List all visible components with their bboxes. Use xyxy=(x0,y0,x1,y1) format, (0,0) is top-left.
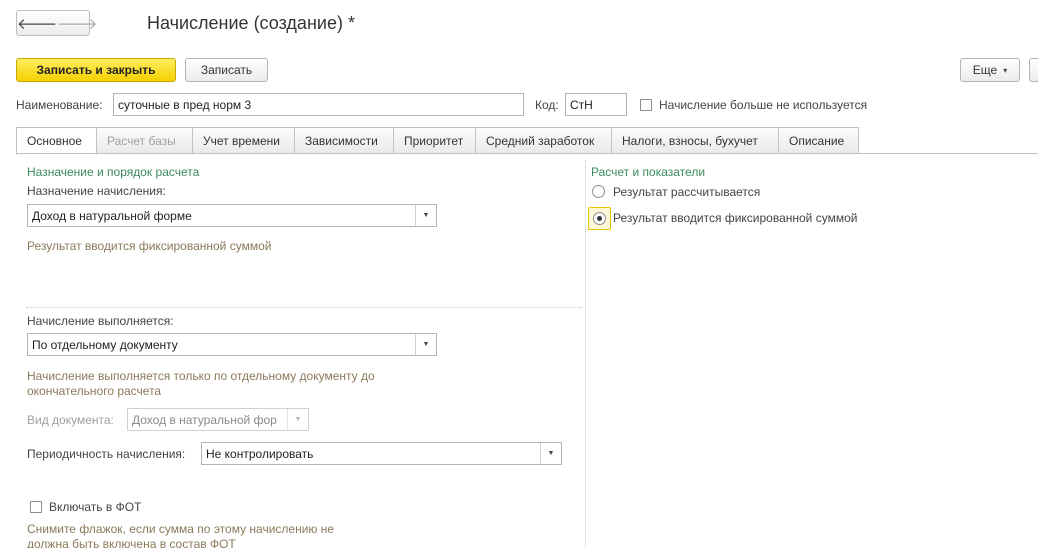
doc-type-value: Доход в натуральной фор xyxy=(132,412,277,427)
purpose-hint: Результат вводится фиксированной суммой xyxy=(27,239,272,253)
fot-label: Включать в ФОТ xyxy=(49,500,142,514)
name-label: Наименование: xyxy=(16,98,103,112)
save-and-close-button[interactable]: Записать и закрыть xyxy=(16,58,176,82)
doc-type-label: Вид документа: xyxy=(27,413,114,427)
dropdown-arrow-icon[interactable]: ▼ xyxy=(287,409,308,430)
execution-label: Начисление выполняется: xyxy=(27,314,174,328)
execution-select[interactable]: По отдельному документу ▼ xyxy=(27,333,437,356)
code-label: Код: xyxy=(535,98,559,112)
tab-taxes-accounting[interactable]: Налоги, взносы, бухучет xyxy=(612,127,779,154)
column-divider xyxy=(585,160,586,548)
execution-hint-line1: Начисление выполняется только по отдельн… xyxy=(27,369,375,383)
page-title: Начисление (создание) * xyxy=(147,13,355,33)
tab-base-calculation[interactable]: Расчет базы xyxy=(97,127,193,154)
purpose-section-title: Назначение и порядок расчета xyxy=(27,165,200,179)
purpose-select[interactable]: Доход в натуральной форме ▼ xyxy=(27,204,437,227)
name-input[interactable]: суточные в пред норм 3 xyxy=(113,93,524,116)
tab-description[interactable]: Описание xyxy=(779,127,859,154)
purpose-label: Назначение начисления: xyxy=(27,184,166,198)
chevron-down-icon: ▾ xyxy=(1003,65,1008,75)
tab-time-accounting[interactable]: Учет времени xyxy=(193,127,295,154)
dropdown-arrow-icon[interactable]: ▼ xyxy=(540,443,561,464)
tab-average-earnings[interactable]: Средний заработок xyxy=(476,127,612,154)
unused-label: Начисление больше не используется xyxy=(659,98,868,112)
tab-bar: Основное Расчет базы Учет времени Зависи… xyxy=(16,127,859,155)
forward-arrow-icon[interactable]: 🡒 xyxy=(57,11,97,35)
section-divider xyxy=(26,307,582,308)
dropdown-arrow-icon[interactable]: ▼ xyxy=(415,205,436,226)
purpose-value: Доход в натуральной форме xyxy=(32,208,192,223)
dropdown-arrow-icon[interactable]: ▼ xyxy=(415,334,436,355)
periodicity-select[interactable]: Не контролировать ▼ xyxy=(201,442,562,465)
radio-calculated[interactable] xyxy=(592,185,605,198)
navigation-buttons: 🡐 🡒 xyxy=(16,10,97,36)
periodicity-label: Периодичность начисления: xyxy=(27,447,186,461)
execution-value: По отдельному документу xyxy=(32,337,178,352)
calculation-section-title: Расчет и показатели xyxy=(591,165,706,179)
help-button[interactable] xyxy=(1029,58,1038,82)
save-button[interactable]: Записать xyxy=(185,58,268,82)
fot-hint-line2: должна быть включена в состав ФОТ xyxy=(27,537,236,548)
tab-main[interactable]: Основное xyxy=(16,127,97,155)
fot-hint-line1: Снимите флажок, если сумма по этому начи… xyxy=(27,522,335,536)
unused-checkbox[interactable] xyxy=(640,99,652,111)
code-input[interactable]: СтН xyxy=(565,93,627,116)
more-button-label: Еще xyxy=(972,63,998,77)
doc-type-select[interactable]: Доход в натуральной фор ▼ xyxy=(127,408,309,431)
option-fixed-label: Результат вводится фиксированной суммой xyxy=(613,211,858,225)
radio-fixed[interactable] xyxy=(593,212,606,225)
tab-underline xyxy=(16,153,1038,154)
fot-checkbox[interactable] xyxy=(30,501,42,513)
execution-hint-line2: окончательного расчета xyxy=(27,384,162,398)
radio-fixed-focus[interactable] xyxy=(588,207,611,230)
option-calculated-label: Результат рассчитывается xyxy=(613,185,761,199)
back-arrow-icon[interactable]: 🡐 xyxy=(17,11,57,35)
tab-priority[interactable]: Приоритет xyxy=(394,127,476,154)
periodicity-value: Не контролировать xyxy=(206,446,314,461)
tab-dependencies[interactable]: Зависимости xyxy=(295,127,394,154)
more-button[interactable]: Еще ▾ xyxy=(960,58,1020,82)
